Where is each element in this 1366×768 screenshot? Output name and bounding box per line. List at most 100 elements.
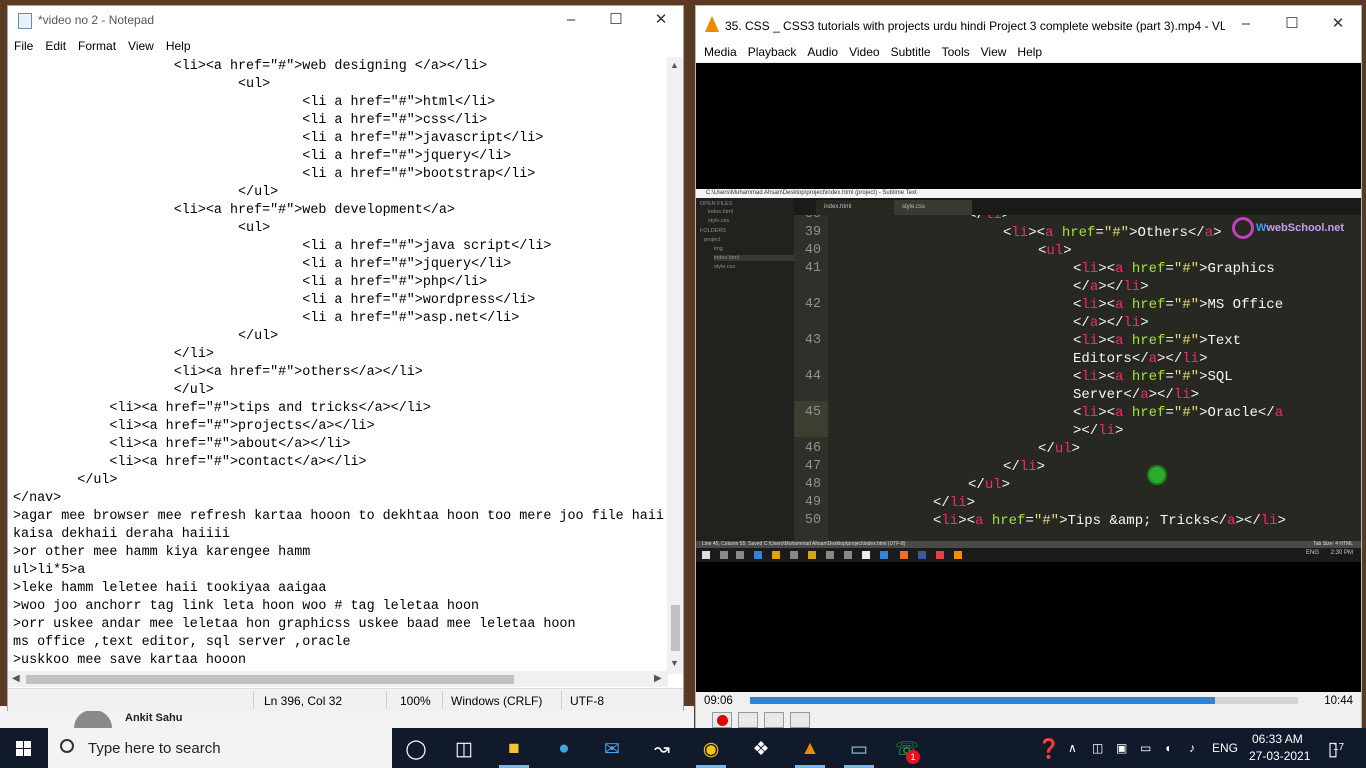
line-number-gutter: 38 39 40 41 42 43 44 45 46 47 48 49 50 bbox=[794, 215, 828, 541]
record-button[interactable] bbox=[712, 712, 732, 728]
notepad-text-area[interactable]: <li><a href="#">web designing </a></li> … bbox=[8, 57, 668, 674]
vlc-taskbar-icon[interactable]: ▲ bbox=[797, 736, 823, 762]
menu-format[interactable]: Format bbox=[72, 36, 122, 53]
scroll-left-icon[interactable]: ◀ bbox=[12, 673, 20, 684]
menu-tools[interactable]: Tools bbox=[934, 40, 970, 59]
menu-view[interactable]: View bbox=[122, 36, 160, 53]
display-icon[interactable]: ▣ bbox=[1116, 728, 1127, 768]
line-number: 50 bbox=[804, 513, 821, 528]
maximize-button[interactable]: ☐ bbox=[593, 6, 639, 36]
notepad-text[interactable]: <li><a href="#">web designing </a></li> … bbox=[8, 57, 668, 670]
menu-help[interactable]: Help bbox=[160, 36, 197, 53]
notepad-statusbar: Ln 396, Col 32 100% Windows (CRLF) UTF-8 bbox=[8, 688, 683, 711]
windows-taskbar: Type here to search ◯ ◫ ■ ● ✉ ↝ ◉ ❖ ▲ ▭ … bbox=[0, 728, 1366, 768]
file-explorer-icon[interactable]: ■ bbox=[501, 736, 527, 762]
elapsed-time: 09:06 bbox=[704, 695, 733, 707]
code-line: <li><a href="#">Oracle</a bbox=[1073, 405, 1284, 421]
wifi-icon[interactable]: ◖ bbox=[1164, 728, 1171, 768]
horizontal-scrollbar[interactable]: ◀ ▶ bbox=[8, 671, 668, 687]
vlc-titlebar[interactable]: 35. CSS _ CSS3 tutorials with projects u… bbox=[696, 6, 1361, 40]
code-line: </ul> bbox=[968, 477, 1011, 493]
sublime-sidebar: OPEN FILES index.html style.css FOLDERS … bbox=[696, 198, 794, 541]
task-view-icon[interactable]: ◫ bbox=[451, 736, 477, 762]
code-line: </a></li> bbox=[1073, 279, 1149, 295]
help-icon[interactable]: ❓ bbox=[1036, 736, 1062, 762]
video-area[interactable]: C:\Users\Muhammad Ahsan\Desktop\project\… bbox=[696, 63, 1361, 693]
sublime-text-icon[interactable]: ↝ bbox=[649, 736, 675, 762]
code-line: <li><a href="#">Graphics bbox=[1073, 261, 1275, 277]
sidebar-item: index.html bbox=[714, 255, 794, 261]
recorded-app-icon bbox=[862, 551, 870, 559]
sidebar-folder: project bbox=[704, 237, 721, 243]
code-line: </li> bbox=[968, 215, 1011, 223]
scroll-down-icon[interactable]: ▼ bbox=[670, 658, 679, 668]
seek-bar[interactable] bbox=[750, 697, 1298, 704]
vlc-menubar: Media Playback Audio Video Subtitle Tools View… bbox=[696, 40, 1361, 62]
line-number: 41 bbox=[804, 261, 821, 276]
status-divider bbox=[253, 691, 254, 709]
edge-icon[interactable]: ● bbox=[551, 736, 577, 762]
line-number: 38 bbox=[794, 215, 821, 222]
battery-icon[interactable]: ▭ bbox=[1140, 728, 1151, 768]
volume-icon[interactable]: ♪ bbox=[1189, 728, 1195, 768]
status-line-ending: Windows (CRLF) bbox=[451, 694, 543, 708]
vlc-minimize-button[interactable]: – bbox=[1223, 10, 1269, 40]
search-placeholder: Type here to search bbox=[88, 740, 221, 757]
language-indicator[interactable]: ENG bbox=[1212, 728, 1238, 768]
menu-playback[interactable]: Playback bbox=[740, 40, 797, 59]
dropbox-icon[interactable]: ❖ bbox=[748, 736, 774, 762]
code-line: </li> bbox=[933, 495, 976, 511]
seek-progress bbox=[750, 697, 1215, 704]
menu-edit[interactable]: Edit bbox=[39, 36, 72, 53]
vlc-controls: 09:06 10:44 bbox=[696, 692, 1361, 728]
chrome-icon[interactable]: ◉ bbox=[698, 736, 724, 762]
vertical-scrollbar[interactable]: ▲ ▼ bbox=[667, 57, 683, 674]
recorded-app-icon bbox=[754, 551, 762, 559]
frame-step-button[interactable] bbox=[790, 712, 810, 728]
vlc-title: 35. CSS _ CSS3 tutorials with projects u… bbox=[725, 19, 1225, 33]
vlc-cone-icon bbox=[705, 16, 719, 32]
webschool-logo: WwebSchool.net bbox=[1231, 217, 1344, 239]
scroll-right-icon[interactable]: ▶ bbox=[654, 673, 662, 684]
menu-help[interactable]: Help bbox=[1009, 40, 1042, 59]
menu-media[interactable]: Media bbox=[696, 40, 737, 59]
code-line: ></li> bbox=[1073, 423, 1124, 439]
recorded-app-icon bbox=[736, 551, 744, 559]
notepad-icon bbox=[18, 13, 32, 29]
vertical-scroll-thumb[interactable] bbox=[671, 605, 680, 651]
snapshot-button[interactable] bbox=[738, 712, 758, 728]
search-box[interactable]: Type here to search bbox=[48, 728, 392, 768]
menu-subtitle[interactable]: Subtitle bbox=[883, 40, 931, 59]
vlc-maximize-button[interactable]: ☐ bbox=[1269, 10, 1315, 40]
logo-prefix: W bbox=[1255, 221, 1267, 234]
menu-view[interactable]: View bbox=[973, 40, 1007, 59]
usb-icon[interactable]: ◫ bbox=[1092, 728, 1103, 768]
clock-date[interactable]: 27-03-2021 bbox=[1249, 749, 1310, 763]
cortana-icon[interactable]: ◯ bbox=[403, 736, 429, 762]
loop-button[interactable] bbox=[764, 712, 784, 728]
minimize-button[interactable]: – bbox=[548, 6, 594, 36]
notepad-menubar: File Edit Format View Help bbox=[8, 36, 683, 56]
sublime-tabbar: index.html style.css bbox=[794, 198, 1361, 215]
show-hidden-icons[interactable]: ∧ bbox=[1068, 728, 1077, 768]
recorded-app-icon bbox=[900, 551, 908, 559]
mail-icon[interactable]: ✉ bbox=[599, 736, 625, 762]
sublime-status-text: Line 45, Column 55; Saved C:\Users\Muham… bbox=[702, 541, 906, 547]
code-line: <li><a href="#">MS Office bbox=[1073, 297, 1284, 313]
clock-time[interactable]: 06:33 AM bbox=[1252, 732, 1303, 746]
close-button[interactable]: ✕ bbox=[638, 6, 684, 36]
vlc-close-button[interactable]: ✕ bbox=[1315, 10, 1361, 40]
recorded-app-icon bbox=[790, 551, 798, 559]
recorded-clock: 2:30 PM bbox=[1330, 550, 1353, 556]
menu-video[interactable]: Video bbox=[841, 40, 879, 59]
horizontal-scroll-thumb[interactable] bbox=[26, 675, 514, 684]
notepad-taskbar-icon[interactable]: ▭ bbox=[846, 736, 872, 762]
status-divider bbox=[386, 691, 387, 709]
menu-file[interactable]: File bbox=[8, 36, 39, 53]
recorded-app-icon bbox=[772, 551, 780, 559]
menu-audio[interactable]: Audio bbox=[799, 40, 838, 59]
scroll-up-icon[interactable]: ▲ bbox=[670, 60, 679, 70]
webschool-logo-icon bbox=[1231, 217, 1254, 239]
start-button[interactable] bbox=[0, 728, 48, 768]
notepad-titlebar[interactable]: *video no 2 - Notepad – ☐ ✕ bbox=[8, 6, 683, 36]
